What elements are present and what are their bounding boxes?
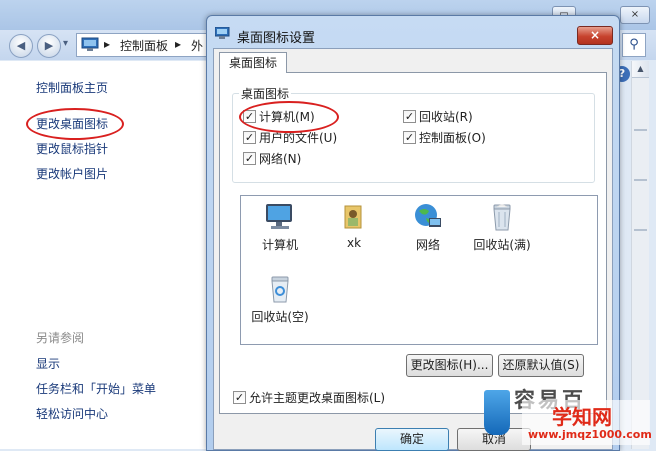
history-dropdown-icon[interactable]: ▾ [63,38,68,49]
search-icon[interactable]: ⚲ [622,33,646,57]
checkbox-control-panel-label: 控制面板(O) [419,131,486,145]
user-folder-icon [344,205,362,229]
checkbox-recycle-bin[interactable]: ✓ 回收站(R) [403,108,473,125]
dialog-close-button[interactable]: × [577,26,613,45]
checkmark-icon: ✓ [403,110,416,123]
red-highlight-oval [26,108,124,140]
icon-item-computer[interactable]: 计算机 [243,202,317,253]
control-panel-icon [81,37,99,51]
checkbox-network-label: 网络(N) [259,152,302,166]
checkbox-control-panel[interactable]: ✓ 控制面板(O) [403,129,486,146]
close-button-background[interactable]: × [620,6,650,24]
dialog-title-icon [215,27,230,39]
icon-label-recycle-empty: 回收站(空) [251,310,309,324]
ok-button[interactable]: 确定 [375,428,449,451]
checkbox-network[interactable]: ✓ 网络(N) [243,150,301,167]
change-account-picture-link[interactable]: 更改帐户图片 [36,165,108,182]
address-bar[interactable]: ▸ 控制面板 ▸ 外 [76,33,218,57]
watermark-logo-icon [484,390,510,435]
tab-panel: 桌面图标 ✓ 计算机(M) ✓ 回收站(R) ✓ 用户的文件(U) ✓ 控制面板… [219,72,607,414]
ease-of-access-link[interactable]: 轻松访问中心 [36,405,108,422]
see-also-heading: 另请参阅 [36,331,85,345]
icon-item-user[interactable]: xk [317,202,391,250]
change-icon-button[interactable]: 更改图标(H)... [406,354,493,377]
scrollbar[interactable]: ▲ [631,61,649,449]
checkmark-icon: ✓ [233,391,246,404]
icon-item-recycle-full[interactable]: 回收站(满) [465,202,539,253]
tab-desktop-icons[interactable]: 桌面图标 [219,52,287,73]
display-link[interactable]: 显示 [36,355,60,372]
scroll-grip [634,229,647,231]
watermark-url: www.jmqz1000.com [528,428,652,441]
taskbar-start-menu-link[interactable]: 任务栏和「开始」菜单 [36,380,156,397]
control-panel-home-link[interactable]: 控制面板主页 [36,79,108,96]
network-icon [415,204,441,227]
address-separator: ▸ [104,37,111,51]
change-mouse-pointers-link[interactable]: 更改鼠标指针 [36,140,108,157]
red-highlight-oval [239,101,339,133]
checkbox-allow-themes-label: 允许主题更改桌面图标(L) [249,391,386,405]
scroll-grip [634,129,647,131]
icon-item-network[interactable]: 网络 [391,202,465,253]
recycle-bin-empty-icon [271,276,289,303]
computer-icon [266,204,292,229]
icon-label-recycle-full: 回收站(满) [473,238,531,252]
icon-label-computer: 计算机 [261,238,298,252]
restore-default-button[interactable]: 还原默认值(S) [498,354,584,377]
checkmark-icon: ✓ [243,152,256,165]
icon-label-user: xk [346,236,362,250]
checkmark-icon: ✓ [403,131,416,144]
icon-label-network: 网络 [415,238,440,252]
icon-item-recycle-empty[interactable]: 回收站(空) [243,274,317,325]
group-label: 桌面图标 [239,85,292,102]
back-button[interactable]: ◀ [9,34,33,58]
checkmark-icon: ✓ [243,131,256,144]
scroll-up-icon[interactable]: ▲ [632,61,649,78]
forward-button[interactable]: ▶ [37,34,61,58]
address-separator-2: ▸ [175,37,182,51]
dialog-title: 桌面图标设置 [237,31,316,46]
desktop-icon-list: 计算机 xk 网络 回收站(满) 回收站(空) [240,195,598,345]
breadcrumb-appearance[interactable]: 外 [191,37,203,54]
watermark-title: 学知网 [552,405,612,429]
checkbox-allow-themes[interactable]: ✓ 允许主题更改桌面图标(L) [233,389,385,406]
breadcrumb-control-panel[interactable]: 控制面板 [120,37,168,54]
recycle-bin-full-icon [493,204,511,231]
scroll-grip [634,179,647,181]
checkbox-recycle-bin-label: 回收站(R) [419,110,473,124]
